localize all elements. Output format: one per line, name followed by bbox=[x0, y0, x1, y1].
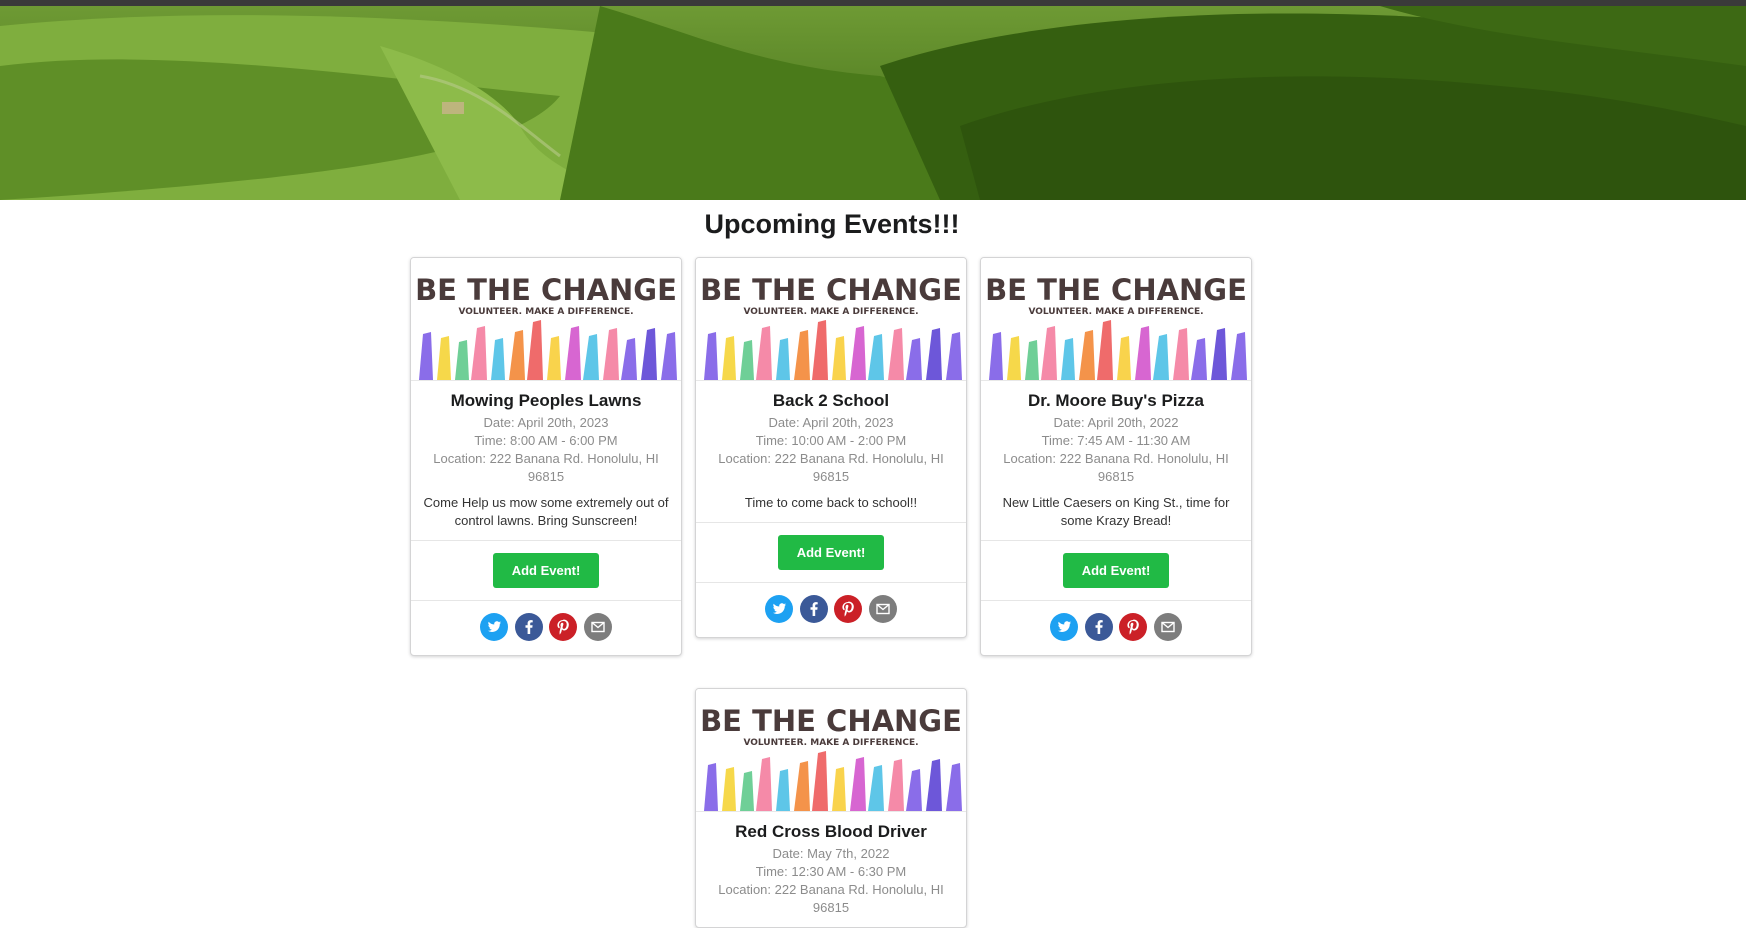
event-time: Time: 7:45 AM - 11:30 AM bbox=[1041, 433, 1191, 448]
be-the-change-image: BE THE CHANGE VOLUNTEER. MAKE A DIFFEREN… bbox=[411, 258, 681, 381]
event-title: Dr. Moore Buy's Pizza bbox=[1028, 391, 1204, 410]
event-card: BE THE CHANGE VOLUNTEER. MAKE A DIFFEREN… bbox=[695, 257, 967, 638]
event-time: Time: 8:00 AM - 6:00 PM bbox=[474, 433, 618, 448]
banner-headline: BE THE CHANGE bbox=[415, 273, 677, 307]
event-title: Mowing Peoples Lawns bbox=[450, 391, 642, 410]
event-title: Back 2 School bbox=[772, 391, 890, 410]
event-location: Location: 222 Banana Rd. Honolulu, HI 96… bbox=[1003, 451, 1229, 484]
event-description: Time to come back to school!! bbox=[744, 495, 918, 510]
be-the-change-image: BE THE CHANGE VOLUNTEER. MAKE A DIFFEREN… bbox=[696, 689, 966, 812]
add-event-button[interactable]: Add Event! bbox=[1062, 553, 1170, 588]
banner-subline: VOLUNTEER. MAKE A DIFFERENCE. bbox=[458, 307, 633, 317]
event-date: Date: April 20th, 2023 bbox=[483, 415, 609, 430]
banner-subline: VOLUNTEER. MAKE A DIFFERENCE. bbox=[1028, 307, 1203, 317]
event-time: Time: 12:30 AM - 6:30 PM bbox=[755, 864, 907, 879]
be-the-change-image: BE THE CHANGE VOLUNTEER. MAKE A DIFFEREN… bbox=[696, 258, 966, 381]
add-event-button[interactable]: Add Event! bbox=[777, 535, 885, 570]
event-date: Date: April 20th, 2023 bbox=[768, 415, 894, 430]
email-icon[interactable] bbox=[1153, 613, 1182, 641]
be-the-change-image: BE THE CHANGE VOLUNTEER. MAKE A DIFFEREN… bbox=[981, 258, 1251, 381]
event-location: Location: 222 Banana Rd. Honolulu, HI 96… bbox=[718, 882, 944, 915]
event-card: BE THE CHANGE VOLUNTEER. MAKE A DIFFEREN… bbox=[695, 688, 967, 928]
event-location: Location: 222 Banana Rd. Honolulu, HI 96… bbox=[433, 451, 659, 484]
banner-headline: BE THE CHANGE bbox=[700, 704, 962, 738]
event-card: BE THE CHANGE VOLUNTEER. MAKE A DIFFEREN… bbox=[980, 257, 1252, 656]
twitter-icon[interactable] bbox=[480, 613, 509, 641]
banner-headline: BE THE CHANGE bbox=[700, 273, 962, 307]
event-date: Date: May 7th, 2022 bbox=[772, 846, 890, 861]
event-time: Time: 10:00 AM - 2:00 PM bbox=[755, 433, 907, 448]
event-title: Red Cross Blood Driver bbox=[735, 822, 927, 841]
event-date: Date: April 20th, 2022 bbox=[1053, 415, 1179, 430]
pinterest-icon[interactable] bbox=[834, 595, 863, 623]
share-buttons bbox=[411, 600, 681, 655]
banner-headline: BE THE CHANGE bbox=[985, 273, 1247, 307]
pinterest-icon[interactable] bbox=[549, 613, 578, 641]
pinterest-icon[interactable] bbox=[1119, 613, 1148, 641]
event-description: Come Help us mow some extremely out of c… bbox=[423, 495, 669, 528]
page-title: Upcoming Events!!! bbox=[704, 209, 960, 239]
twitter-icon[interactable] bbox=[1050, 613, 1079, 641]
email-icon[interactable] bbox=[583, 613, 612, 641]
banner-subline: VOLUNTEER. MAKE A DIFFERENCE. bbox=[743, 307, 918, 317]
email-icon[interactable] bbox=[868, 595, 897, 623]
event-description: New Little Caesers on King St., time for… bbox=[1002, 495, 1230, 528]
share-buttons bbox=[981, 600, 1251, 655]
add-event-button[interactable]: Add Event! bbox=[492, 553, 600, 588]
banner-subline: VOLUNTEER. MAKE A DIFFERENCE. bbox=[743, 738, 918, 748]
hero-landscape-image bbox=[0, 6, 1746, 200]
facebook-icon[interactable] bbox=[799, 595, 828, 623]
twitter-icon[interactable] bbox=[765, 595, 794, 623]
event-location: Location: 222 Banana Rd. Honolulu, HI 96… bbox=[718, 451, 944, 484]
event-card: BE THE CHANGE VOLUNTEER. MAKE A DIFFEREN… bbox=[410, 257, 682, 656]
share-buttons bbox=[696, 582, 966, 637]
facebook-icon[interactable] bbox=[514, 613, 543, 641]
facebook-icon[interactable] bbox=[1084, 613, 1113, 641]
